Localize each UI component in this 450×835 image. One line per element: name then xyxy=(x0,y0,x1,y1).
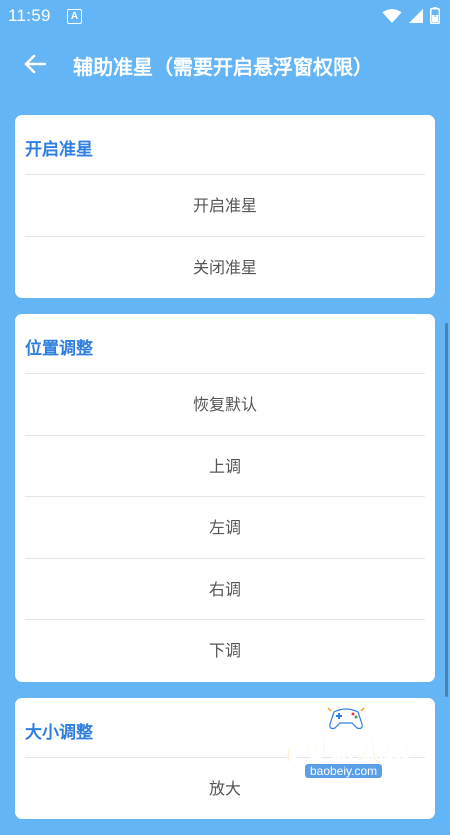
app-bar: 辅助准星（需要开启悬浮窗权限） xyxy=(0,32,450,98)
move-right-button[interactable]: 右调 xyxy=(25,559,425,620)
card-position-adjust: 位置调整 恢复默认 上调 左调 右调 下调 xyxy=(15,314,435,682)
signal-icon xyxy=(409,8,423,23)
status-icons: x xyxy=(382,7,440,24)
card-crosshair-toggle: 开启准星 开启准星 关闭准星 xyxy=(15,115,435,298)
gamepad-icon xyxy=(327,707,365,730)
card-header: 位置调整 xyxy=(25,314,425,374)
back-button[interactable] xyxy=(18,46,52,82)
page-title: 辅助准星（需要开启悬浮窗权限） xyxy=(73,55,373,79)
disable-crosshair-button[interactable]: 关闭准星 xyxy=(25,237,425,299)
move-down-button[interactable]: 下调 xyxy=(25,620,425,682)
move-left-button[interactable]: 左调 xyxy=(25,497,425,559)
battery-icon: x xyxy=(430,7,440,24)
watermark-url: baobeiy.com xyxy=(305,764,383,778)
card-header: 开启准星 xyxy=(25,115,425,175)
notification-a-icon: A xyxy=(67,9,82,24)
wifi-icon xyxy=(382,8,402,23)
svg-text:x: x xyxy=(434,13,437,19)
watermark: 宝贝游戏网 baobeiy.com xyxy=(270,700,450,800)
arrow-left-icon xyxy=(24,54,46,74)
status-time: 11:59 xyxy=(8,6,51,25)
scrollbar-thumb[interactable] xyxy=(445,323,448,697)
reset-default-button[interactable]: 恢复默认 xyxy=(25,374,425,436)
status-bar: 11:59 A x xyxy=(0,0,450,32)
enable-crosshair-button[interactable]: 开启准星 xyxy=(25,175,425,237)
move-up-button[interactable]: 上调 xyxy=(25,436,425,497)
